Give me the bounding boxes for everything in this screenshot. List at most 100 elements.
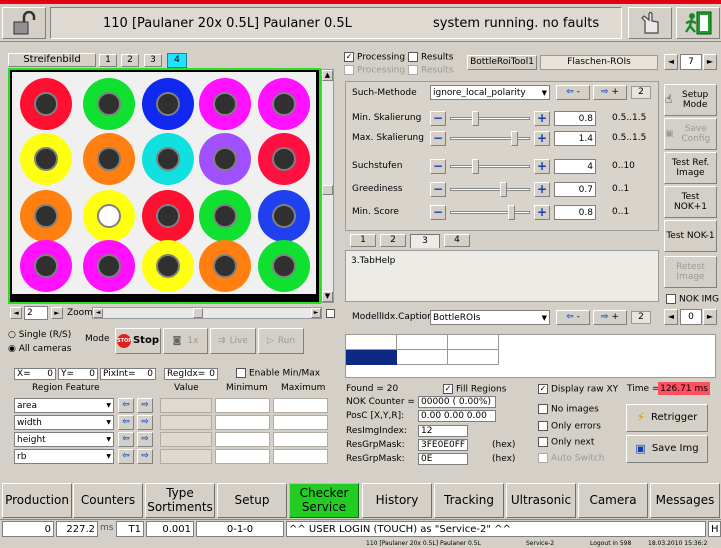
region-next-button[interactable]: ⇨ — [137, 398, 153, 413]
tab-image-3[interactable]: 3 — [144, 54, 162, 67]
region-feature-select[interactable]: rb ▼ — [14, 449, 114, 464]
subtab-4[interactable]: 4 — [444, 234, 470, 247]
region-min-cell[interactable] — [215, 415, 270, 430]
slider-thumb[interactable] — [511, 131, 518, 146]
model-next-button[interactable]: ⇨ + — [593, 310, 627, 325]
save-config-button[interactable]: ▣ Save Config — [664, 118, 717, 150]
tab-streifenbild[interactable]: Streifenbild — [8, 53, 96, 67]
subtab-3[interactable]: 3 — [410, 234, 440, 248]
display-raw-checkbox[interactable]: ✓ Display raw XY — [538, 384, 618, 395]
nok-img-checkbox[interactable]: NOK IMG — [666, 294, 719, 305]
param-value[interactable]: 0.7 — [554, 182, 596, 197]
method-select[interactable]: ignore_local_polarity ▼ — [430, 85, 550, 100]
side-page-next-icon[interactable]: ► — [703, 309, 717, 325]
nav-tab-camera[interactable]: Camera — [578, 483, 648, 518]
image-checkbox[interactable] — [326, 309, 335, 318]
decrement-button[interactable]: − — [430, 131, 446, 146]
nav-tab-messages[interactable]: Messages — [650, 483, 720, 518]
save-img-button[interactable]: ▣ Save Img — [626, 435, 708, 463]
single-shot-button[interactable]: ◙ 1x — [163, 328, 208, 354]
param-value[interactable]: 1.4 — [554, 131, 596, 146]
region-next-button[interactable]: ⇨ — [137, 415, 153, 430]
camera-image[interactable] — [8, 68, 321, 304]
nav-tab-type-sortiments[interactable]: Type Sortiments — [145, 483, 215, 518]
param-slider[interactable] — [450, 131, 530, 146]
param-slider[interactable] — [450, 205, 530, 220]
exit-button[interactable] — [676, 7, 720, 39]
model-caption-select[interactable]: BottleROIs ▼ — [430, 310, 550, 325]
tab-image-2[interactable]: 2 — [121, 54, 139, 67]
param-value[interactable]: 0.8 — [554, 205, 596, 220]
zoom-field[interactable]: 2 — [24, 306, 48, 320]
method-prev-button[interactable]: ⇦ - — [556, 85, 590, 100]
side-page-prev-icon[interactable]: ◄ — [664, 309, 678, 325]
retest-button[interactable]: Retest Image — [664, 256, 717, 288]
increment-button[interactable]: + — [534, 205, 550, 220]
param-value[interactable]: 4 — [554, 159, 596, 174]
image-horizontal-scrollbar[interactable]: ◄ ► — [92, 307, 322, 319]
region-prev-button[interactable]: ⇦ — [118, 398, 134, 413]
region-next-button[interactable]: ⇨ — [137, 432, 153, 447]
decrement-button[interactable]: − — [430, 182, 446, 197]
single-radio[interactable]: ○ Single (R/S) — [8, 330, 71, 340]
tab-image-1[interactable]: 1 — [99, 54, 117, 67]
param-slider[interactable] — [450, 111, 530, 126]
side-page-field[interactable]: 0 — [680, 309, 702, 325]
nav-tab-ultrasonic[interactable]: Ultrasonic — [506, 483, 576, 518]
decrement-button[interactable]: − — [430, 159, 446, 174]
stop-button[interactable]: STOP Stop — [115, 328, 161, 354]
fill-regions-checkbox[interactable]: ✓ Fill Regions — [443, 384, 506, 395]
scroll-up-icon[interactable]: ▲ — [322, 70, 333, 81]
slider-thumb[interactable] — [472, 111, 479, 126]
region-min-cell[interactable] — [215, 432, 270, 447]
subtab-1[interactable]: 1 — [350, 234, 376, 247]
hscroll-thumb[interactable] — [193, 308, 203, 318]
tool-button[interactable]: BottleRoiTool1 — [467, 55, 537, 70]
param-slider[interactable] — [450, 182, 530, 197]
region-min-cell[interactable] — [215, 398, 270, 413]
no-images-checkbox[interactable]: No images — [538, 404, 599, 415]
only-errors-checkbox[interactable]: Only errors — [538, 421, 601, 432]
only-next-checkbox[interactable]: Only next — [538, 437, 594, 448]
nav-tab-tracking[interactable]: Tracking — [434, 483, 504, 518]
region-feature-select[interactable]: area ▼ — [14, 398, 114, 413]
scroll-down-icon[interactable]: ▼ — [322, 291, 333, 302]
scroll-right-icon[interactable]: ► — [311, 308, 321, 318]
increment-button[interactable]: + — [534, 182, 550, 197]
slider-thumb[interactable] — [500, 182, 507, 197]
slider-thumb[interactable] — [472, 159, 479, 174]
region-prev-button[interactable]: ⇦ — [118, 415, 134, 430]
processing-checkbox[interactable]: ✓ Processing — [344, 52, 405, 63]
retrigger-button[interactable]: ⚡ Retrigger — [626, 404, 708, 432]
zoom-next-icon[interactable]: ► — [51, 307, 63, 319]
scroll-thumb[interactable] — [322, 185, 333, 195]
method-next-button[interactable]: ⇨ + — [593, 85, 627, 100]
zoom-prev-icon[interactable]: ◄ — [10, 307, 22, 319]
nav-tab-checker-service[interactable]: Checker Service — [289, 483, 359, 518]
increment-button[interactable]: + — [534, 131, 550, 146]
increment-button[interactable]: + — [534, 159, 550, 174]
run-button[interactable]: ▷ Run — [258, 328, 304, 354]
slider-thumb[interactable] — [508, 205, 515, 220]
increment-button[interactable]: + — [534, 111, 550, 126]
hand-button[interactable] — [628, 7, 672, 39]
region-prev-button[interactable]: ⇦ — [118, 432, 134, 447]
param-value[interactable]: 0.8 — [554, 111, 596, 126]
region-next-button[interactable]: ⇨ — [137, 449, 153, 464]
all-cameras-radio[interactable]: ◉ All cameras — [8, 344, 71, 354]
region-feature-select[interactable]: height ▼ — [14, 432, 114, 447]
page-field[interactable]: 7 — [680, 54, 702, 70]
live-button[interactable]: ⇉ Live — [210, 328, 256, 354]
setup-mode-button[interactable]: ☝ Setup Mode — [664, 84, 717, 116]
region-max-cell[interactable] — [273, 449, 328, 464]
page-prev-icon[interactable]: ◄ — [664, 54, 678, 70]
test-nok-minus-button[interactable]: Test NOK-1 — [664, 220, 717, 252]
param-slider[interactable] — [450, 159, 530, 174]
nav-tab-setup[interactable]: Setup — [217, 483, 287, 518]
nav-tab-history[interactable]: History — [362, 483, 432, 518]
region-min-cell[interactable] — [215, 449, 270, 464]
nav-tab-counters[interactable]: Counters — [73, 483, 143, 518]
subtab-2[interactable]: 2 — [380, 234, 406, 247]
test-ref-button[interactable]: Test Ref. Image — [664, 152, 717, 184]
region-max-cell[interactable] — [273, 432, 328, 447]
